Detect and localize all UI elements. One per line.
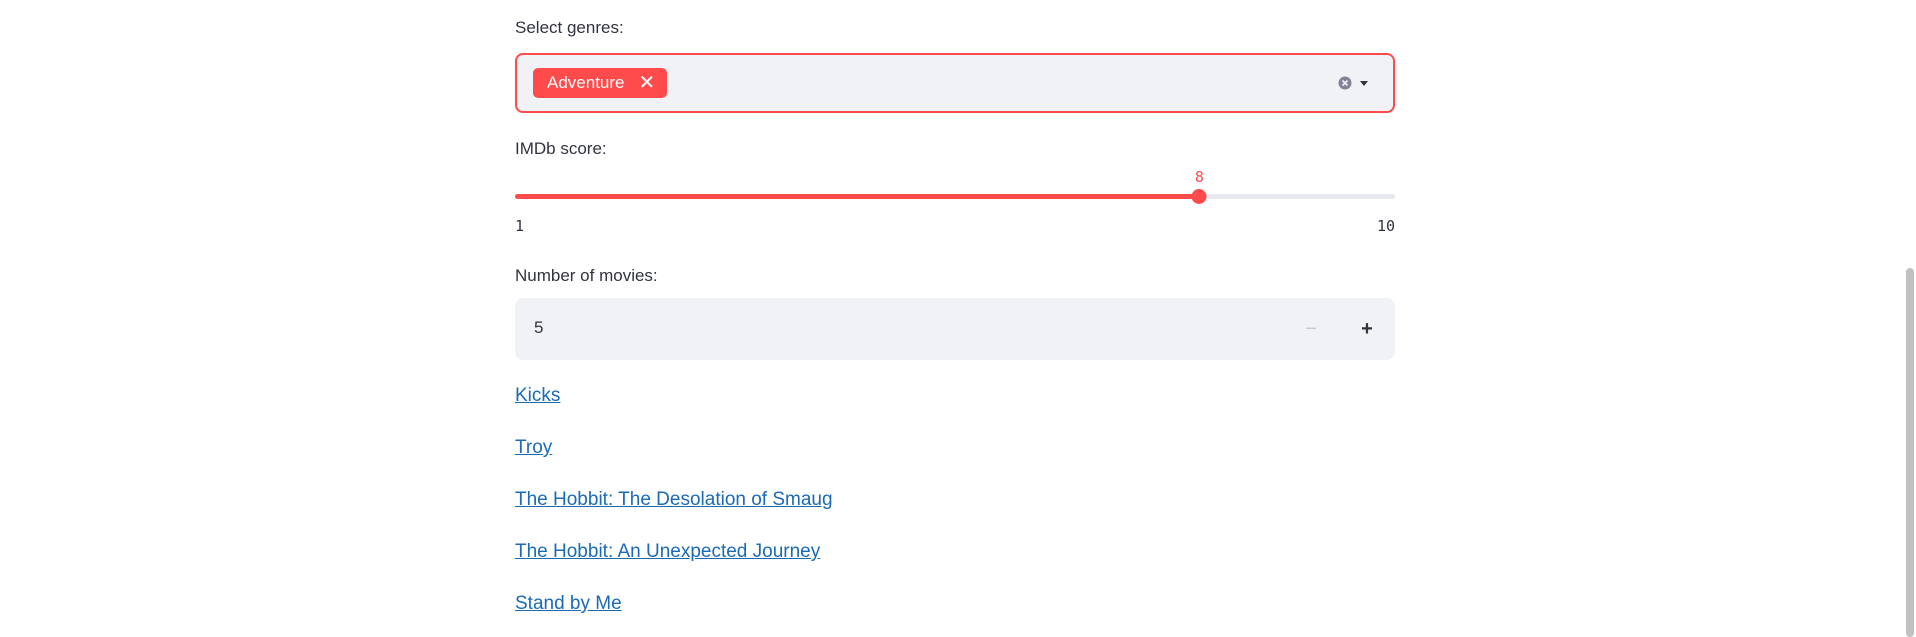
slider-min-label: 1 <box>515 217 525 235</box>
slider-max-label: 10 <box>1376 217 1395 235</box>
decrement-button[interactable]: − <box>1283 298 1339 360</box>
increment-button[interactable]: + <box>1339 298 1395 360</box>
app-page: Select genres: Adventure ✕ IMDb score: 8… <box>0 0 1916 637</box>
chevron-down-icon[interactable] <box>1356 75 1372 91</box>
remove-tag-icon[interactable]: ✕ <box>639 73 656 93</box>
movies-count-input[interactable]: 5 − + <box>515 298 1395 360</box>
movie-link[interactable]: The Hobbit: The Desolation of Smaug <box>515 489 833 511</box>
movie-link[interactable]: Kicks <box>515 385 560 407</box>
genre-tag-adventure[interactable]: Adventure ✕ <box>533 68 668 98</box>
genres-multiselect[interactable]: Adventure ✕ <box>515 53 1395 113</box>
imdb-label: IMDb score: <box>515 139 607 158</box>
movie-link[interactable]: The Hobbit: An Unexpected Journey <box>515 541 820 563</box>
clear-all-icon[interactable] <box>1337 75 1353 91</box>
movies-count-label: Number of movies: <box>515 266 658 285</box>
genre-tag-label: Adventure <box>547 73 625 92</box>
movie-link[interactable]: Troy <box>515 437 552 459</box>
genres-label: Select genres: <box>515 18 624 37</box>
imdb-slider-thumb[interactable] <box>1191 189 1207 204</box>
imdb-slider-fill <box>515 194 1200 199</box>
movie-link[interactable]: Stand by Me <box>515 593 622 615</box>
imdb-slider-track[interactable] <box>515 194 1395 199</box>
page-scrollbar[interactable] <box>1904 0 1916 637</box>
slider-current-value: 8 <box>1194 168 1204 186</box>
scrollbar-thumb[interactable] <box>1906 268 1914 637</box>
movies-count-value[interactable]: 5 <box>534 318 543 338</box>
